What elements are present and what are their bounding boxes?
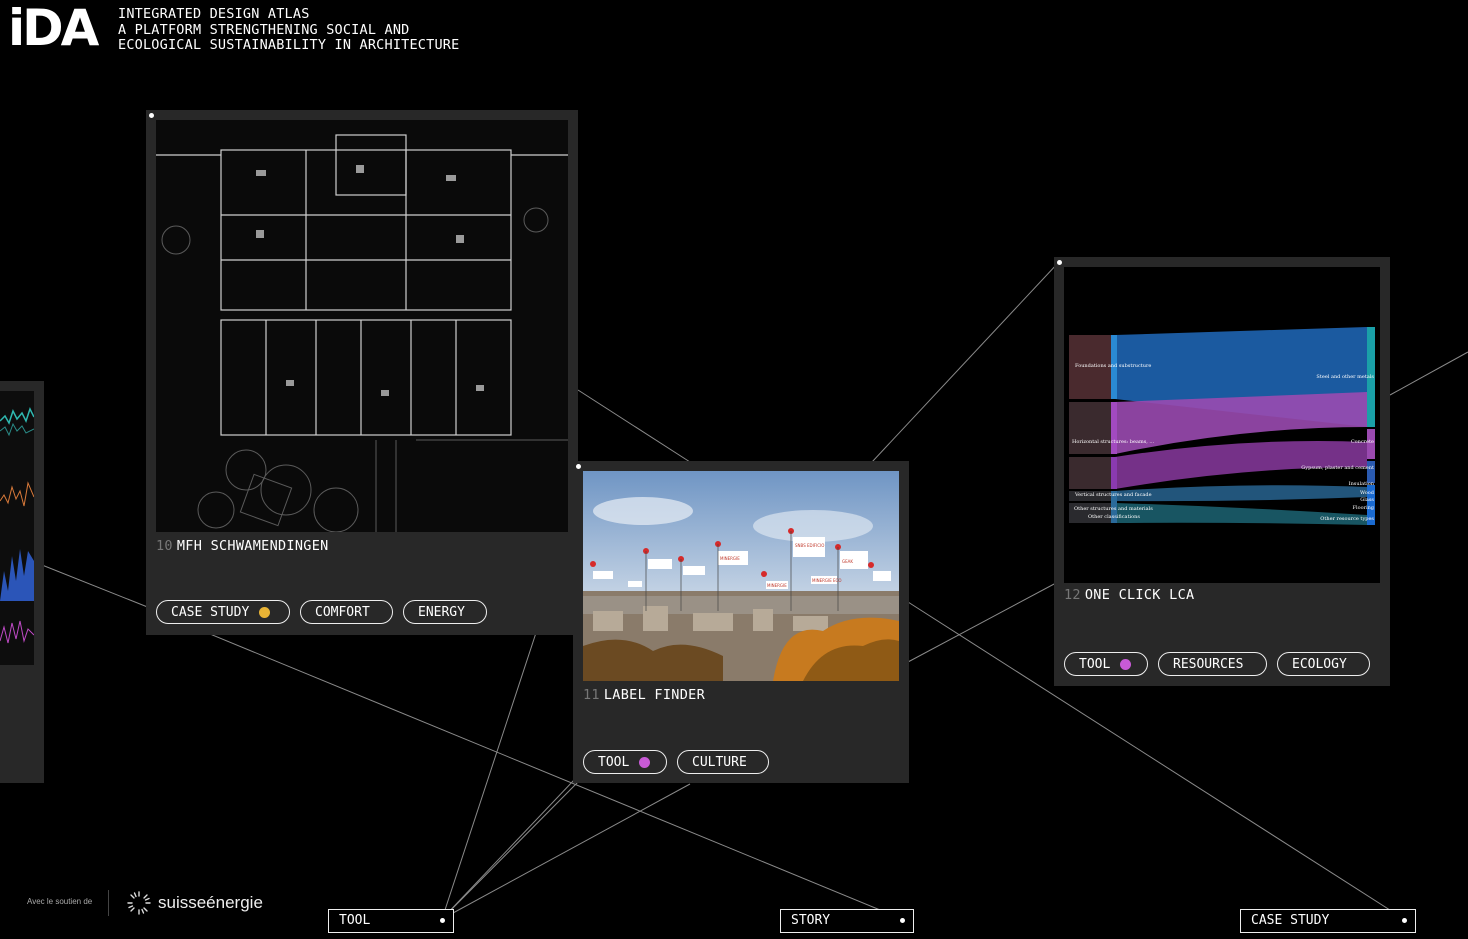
card-title[interactable]: 11 LABEL FINDER [583,687,705,703]
sankey-label: Glass [1360,497,1374,503]
flag-text: MINERGIE ECO [812,578,841,583]
card-number: 11 [583,687,600,703]
flag-text: SNBS EDIFICIO [795,543,824,548]
tag-tool[interactable]: TOOL [1064,652,1148,676]
flag-text: MINERGIE [767,583,787,588]
sankey-label: Other resource types [1320,516,1374,522]
card-label-finder[interactable]: MINERGIE SNBS EDIFICIO MINERGIE MINERGIE… [573,461,909,783]
tag-label: CULTURE [692,754,747,770]
tag-comfort[interactable]: COMFORT [300,600,393,624]
card-anchor-dot [1057,260,1062,265]
nav-tool-button[interactable]: TOOL [328,909,454,933]
card-title-text: ONE CLICK LCA [1084,587,1195,603]
card-number: 12 [1064,587,1081,603]
sankey-label: Concrete [1351,439,1374,445]
sankey-label: Vertical structures and facade [1074,492,1152,498]
tag-resources[interactable]: RESOURCES [1158,652,1267,676]
tag-ecology[interactable]: ECOLOGY [1277,652,1370,676]
support-text: Avec le soutien de [27,897,93,906]
card-thumbnail-chart [0,391,34,665]
nav-case-study-button[interactable]: CASE STUDY [1240,909,1416,933]
tag-label: ENERGY [418,604,465,620]
sankey-label: Foundations and substructure [1075,363,1151,369]
sankey-label: Insulation [1349,481,1375,487]
suisseenergie-logo[interactable]: suisseénergie [126,890,263,916]
nav-story-button[interactable]: STORY [780,909,914,933]
sankey-label: Horizontal structures: beams, ... [1072,439,1155,445]
card-title[interactable]: 10 MFH SCHWAMENDINGEN [156,538,329,554]
nav-label: TOOL [339,913,371,928]
tag-label: CASE STUDY [171,604,250,620]
tagline-line: A PLATFORM STRENGTHENING SOCIAL AND [118,21,410,38]
category-dot-icon [259,606,271,618]
anchor-dot-icon [1402,918,1407,923]
tag-energy[interactable]: ENERGY [403,600,487,624]
card-title[interactable]: 12 ONE CLICK LCA [1064,587,1194,603]
sankey-label: Other classifications [1088,514,1140,520]
card-thumbnail-city-photo: MINERGIE SNBS EDIFICIO MINERGIE MINERGIE… [583,471,899,681]
nav-label: CASE STUDY [1251,913,1330,928]
card-title-text: LABEL FINDER [603,687,705,703]
anchor-dot-icon [440,918,445,923]
card-title-text: MFH SCHWAMENDINGEN [176,538,329,554]
site-tagline: INTEGRATED DESIGN ATLAS A PLATFORM STREN… [118,6,460,54]
flag-text: GEAK [842,559,853,564]
tag-label: ECOLOGY [1292,656,1347,672]
card-anchor-dot [149,113,154,118]
nav-label: STORY [791,913,831,928]
tagline-line: INTEGRATED DESIGN ATLAS [118,6,310,22]
sun-icon [127,891,151,915]
ida-logo[interactable]: iDA [8,3,99,53]
sankey-label: Gypsum, plaster and cement [1301,465,1374,471]
sankey-label: Steel and other metals [1316,374,1374,380]
card-one-click-lca[interactable]: Foundations and substructure Horizontal … [1054,257,1390,686]
tag-label: COMFORT [315,604,370,620]
tagline-line: ECOLOGICAL SUSTAINABILITY IN ARCHITECTUR… [118,37,460,53]
tag-label: RESOURCES [1173,656,1244,672]
card-thumbnail-floorplan [156,120,568,532]
sankey-label: Wood [1360,490,1375,496]
tag-tool[interactable]: TOOL [583,750,667,774]
sankey-label: Other structures and materials [1074,506,1153,512]
category-dot-icon [639,756,651,768]
flag-text: MINERGIE [720,556,740,561]
tag-label: TOOL [598,754,630,770]
anchor-dot-icon [900,918,905,923]
card-anchor-dot [576,464,581,469]
category-dot-icon [1120,658,1132,670]
card-partial-left[interactable] [0,381,44,783]
card-thumbnail-sankey: Foundations and substructure Horizontal … [1064,267,1380,583]
sponsor-name: suisseénergie [158,893,263,912]
card-number: 10 [156,538,173,554]
tag-label: TOOL [1079,656,1111,672]
card-mfh-schwamendingen[interactable]: 10 MFH SCHWAMENDINGEN CASE STUDY COMFORT … [146,110,578,635]
sankey-label: Flooring [1353,505,1375,511]
tag-case-study[interactable]: CASE STUDY [156,600,290,624]
tag-culture[interactable]: CULTURE [677,750,769,774]
footer-divider [108,890,109,916]
